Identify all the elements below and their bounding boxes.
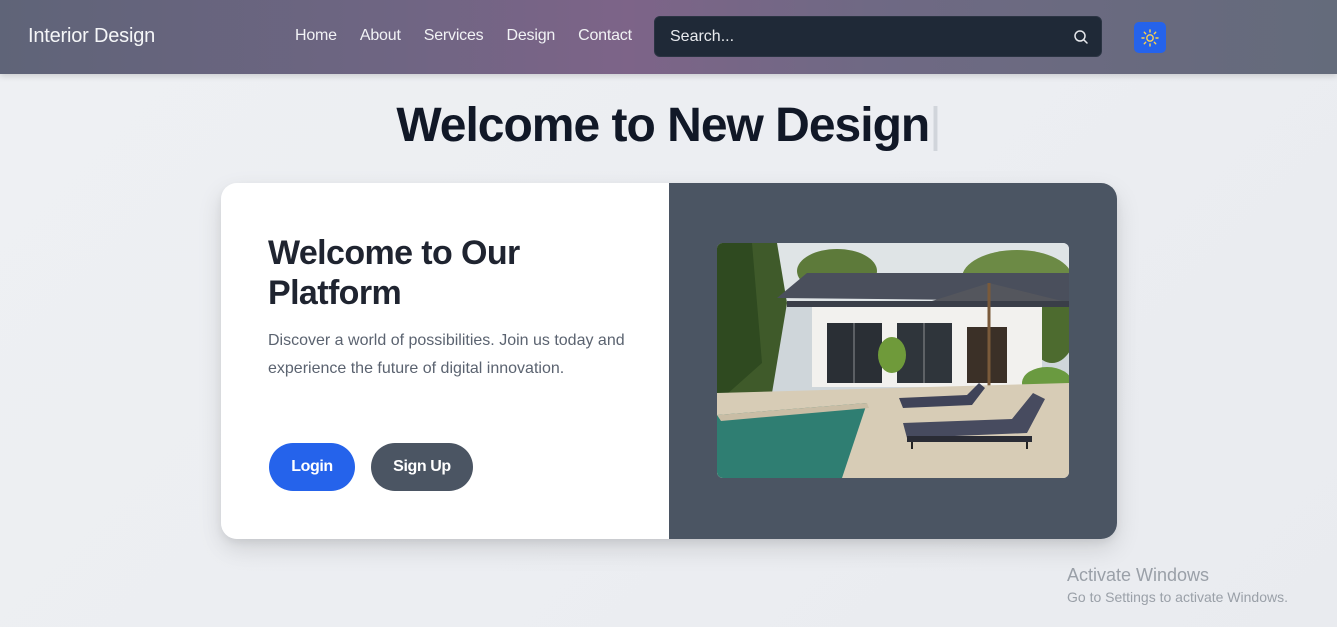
nav-links: Home About Services Design Contact	[295, 27, 655, 45]
typing-cursor: |	[929, 99, 942, 152]
nav-link-contact[interactable]: Contact	[578, 27, 632, 45]
activate-windows-subtitle: Go to Settings to activate Windows.	[1067, 589, 1288, 605]
card-image-panel	[669, 183, 1117, 539]
search-icon[interactable]	[1073, 29, 1089, 45]
hero-title: Welcome to New Design|	[0, 98, 1337, 153]
search-box	[654, 16, 1102, 57]
villa-illustration	[717, 243, 1069, 478]
card-description: Discover a world of possibilities. Join …	[268, 332, 625, 377]
sun-icon	[1141, 29, 1159, 47]
nav-link-home[interactable]: Home	[295, 27, 337, 45]
login-button[interactable]: Login	[269, 443, 355, 491]
signup-button[interactable]: Sign Up	[371, 443, 473, 491]
search-input[interactable]	[655, 17, 1055, 56]
brand-logo[interactable]: Interior Design	[28, 25, 155, 48]
hero-title-text: Welcome to New Design	[396, 99, 930, 152]
card-content-panel: Welcome to Our Platform Discover a world…	[221, 183, 669, 539]
welcome-card: Welcome to Our Platform Discover a world…	[221, 183, 1117, 539]
navbar: Interior Design Home About Services Desi…	[0, 0, 1337, 74]
card-title: Welcome to Our Platform	[268, 234, 520, 312]
nav-link-about[interactable]: About	[360, 27, 401, 45]
activate-windows-title: Activate Windows	[1067, 565, 1210, 585]
nav-link-design[interactable]: Design	[506, 27, 555, 45]
theme-toggle-button[interactable]	[1134, 22, 1166, 53]
villa-pool-image	[717, 243, 1069, 478]
nav-link-services[interactable]: Services	[424, 27, 484, 45]
